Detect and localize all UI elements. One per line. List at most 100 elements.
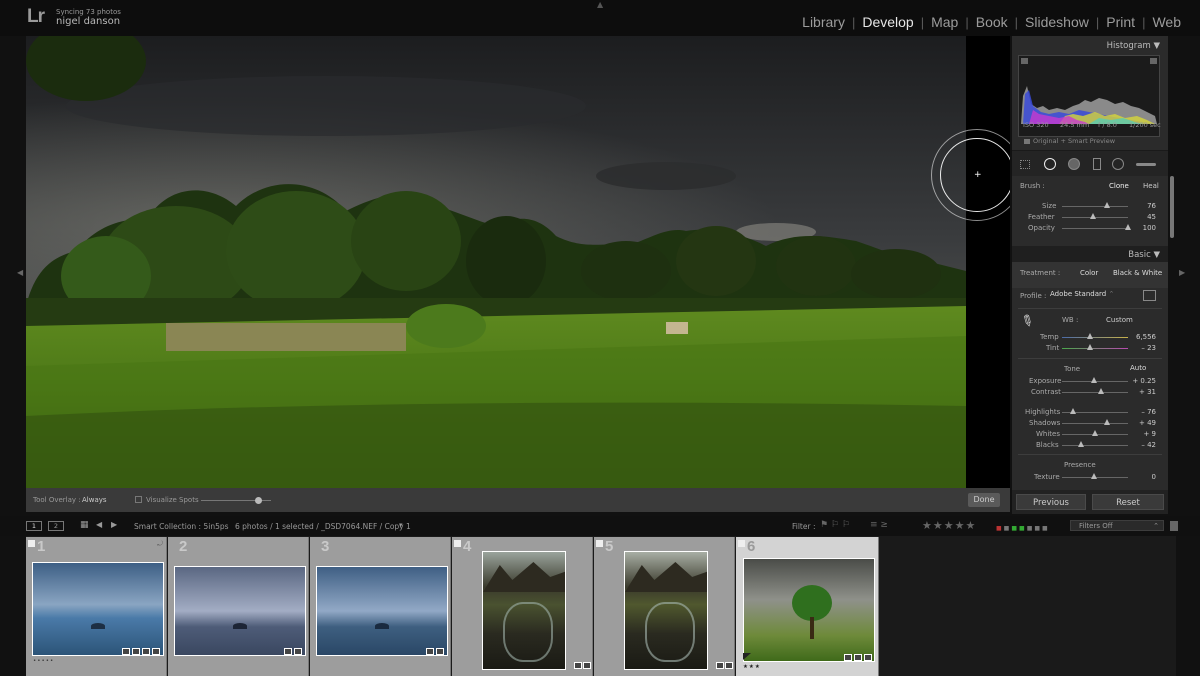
shadows-value[interactable]: + 49: [1139, 419, 1156, 427]
size-slider-knob[interactable]: [1104, 202, 1110, 208]
profile-browser-icon[interactable]: [1143, 290, 1156, 301]
visualize-spots-checkbox[interactable]: [135, 496, 142, 503]
spot-removal-tool-icon[interactable]: [1044, 158, 1056, 170]
graduated-filter-icon[interactable]: [1093, 158, 1101, 170]
texture-value[interactable]: 0: [1152, 473, 1156, 481]
filmstrip-cell[interactable]: 3: [310, 537, 451, 676]
previous-button[interactable]: Previous: [1016, 494, 1086, 510]
exposure-value[interactable]: + 0.25: [1132, 377, 1156, 385]
heal-mode[interactable]: Heal: [1143, 182, 1159, 190]
module-map[interactable]: Map: [924, 14, 965, 30]
tool-overlay-select[interactable]: Always: [82, 496, 107, 504]
smart-preview-status[interactable]: Original + Smart Preview: [1024, 137, 1115, 145]
tint-slider-knob[interactable]: [1087, 344, 1093, 350]
color-label-filter[interactable]: ■■■■■■■: [996, 525, 1050, 532]
shadow-clipping-icon[interactable]: [1021, 58, 1028, 64]
rating-filter-stars[interactable]: ★★★★★: [922, 519, 976, 532]
photo-canvas[interactable]: +: [26, 36, 1010, 488]
treatment-color[interactable]: Color: [1080, 269, 1098, 277]
size-value[interactable]: 76: [1147, 202, 1156, 210]
module-print[interactable]: Print: [1099, 14, 1142, 30]
whites-value[interactable]: + 9: [1143, 430, 1156, 438]
opacity-value[interactable]: 100: [1143, 224, 1156, 232]
thumbnail-lone-tree[interactable]: [743, 558, 875, 662]
tint-value[interactable]: – 23: [1141, 344, 1156, 352]
thumbnail-mountain-stream[interactable]: [482, 551, 566, 670]
size-slider[interactable]: [1062, 206, 1128, 207]
left-panel-toggle-icon[interactable]: ◀: [17, 268, 23, 277]
module-slideshow[interactable]: Slideshow: [1018, 14, 1096, 30]
adjustment-brush-icon[interactable]: [1136, 163, 1156, 166]
cell-rating[interactable]: ★★★: [743, 664, 761, 670]
blacks-value[interactable]: – 42: [1141, 441, 1156, 449]
module-web[interactable]: Web: [1145, 14, 1181, 30]
flag-icon[interactable]: [738, 540, 745, 547]
contrast-slider-knob[interactable]: [1098, 388, 1104, 394]
shadows-slider[interactable]: [1062, 423, 1128, 424]
visualize-spots-slider-knob[interactable]: [255, 497, 262, 504]
thumbnail-seascape[interactable]: [174, 566, 306, 656]
filmstrip-cell-selected[interactable]: 6 ★★★: [736, 537, 879, 676]
blacks-slider-knob[interactable]: [1078, 441, 1084, 447]
cell-rating[interactable]: •••••: [33, 658, 54, 664]
feather-value[interactable]: 45: [1147, 213, 1156, 221]
top-panel-toggle-icon[interactable]: ▲: [597, 0, 603, 9]
contrast-value[interactable]: + 31: [1139, 388, 1156, 396]
tint-slider[interactable]: [1062, 348, 1128, 349]
filmstrip-cell[interactable]: 5: [594, 537, 735, 676]
main-window-button[interactable]: 1: [26, 521, 42, 531]
clone-mode[interactable]: Clone: [1109, 182, 1129, 190]
temp-slider[interactable]: [1062, 337, 1128, 338]
forward-arrow-icon[interactable]: ▶: [111, 520, 117, 529]
white-balance-eyedropper-icon[interactable]: ✎: [1017, 310, 1037, 332]
auto-tone-button[interactable]: Auto: [1130, 364, 1146, 372]
back-arrow-icon[interactable]: ◀: [96, 520, 102, 529]
highlight-clipping-icon[interactable]: [1150, 58, 1157, 64]
treatment-black-white[interactable]: Black & White: [1113, 269, 1162, 277]
filmstrip-cell[interactable]: 2: [168, 537, 309, 676]
collection-source[interactable]: Smart Collection : 5in5ps: [134, 522, 229, 531]
secondary-window-button[interactable]: 2: [48, 521, 64, 531]
module-book[interactable]: Book: [969, 14, 1015, 30]
temp-value[interactable]: 6,556: [1136, 333, 1156, 341]
temp-slider-knob[interactable]: [1087, 333, 1093, 339]
done-button[interactable]: Done: [968, 493, 1000, 507]
filmstrip-cell[interactable]: 4: [452, 537, 593, 676]
opacity-slider[interactable]: [1062, 228, 1128, 229]
red-eye-tool-icon[interactable]: [1068, 158, 1080, 170]
filter-lock-icon[interactable]: [1170, 521, 1178, 531]
flag-icon[interactable]: [454, 540, 461, 547]
reset-button[interactable]: Reset: [1092, 494, 1164, 510]
right-panel-toggle-icon[interactable]: ▶: [1179, 268, 1185, 277]
flag-filter-icon[interactable]: ⚑ ⚐ ⚐: [820, 520, 850, 530]
filter-presets-select[interactable]: Filters Off ⌃: [1070, 520, 1164, 531]
sync-status[interactable]: Syncing 73 photos: [56, 8, 121, 16]
wb-select[interactable]: Custom: [1106, 316, 1133, 324]
highlights-value[interactable]: – 76: [1141, 408, 1156, 416]
filter-compare-icon[interactable]: ≡ ≥: [870, 520, 888, 530]
profile-select[interactable]: Adobe Standard ⌃: [1050, 290, 1116, 302]
thumbnail-seascape[interactable]: [316, 566, 448, 656]
module-library[interactable]: Library: [795, 14, 852, 30]
highlights-slider-knob[interactable]: [1070, 408, 1076, 414]
radial-filter-icon[interactable]: [1112, 158, 1124, 170]
thumbnail-seascape[interactable]: [32, 562, 164, 656]
opacity-slider-knob[interactable]: [1125, 224, 1131, 230]
selection-dropdown-icon[interactable]: ▾: [399, 521, 403, 529]
contrast-slider[interactable]: [1062, 392, 1128, 393]
blacks-slider[interactable]: [1062, 445, 1128, 446]
grid-view-icon[interactable]: ▦: [80, 520, 89, 530]
flag-icon[interactable]: [28, 540, 35, 547]
crop-tool-icon[interactable]: [1020, 160, 1030, 169]
exposure-slider-knob[interactable]: [1091, 377, 1097, 383]
thumbnail-mountain-stream[interactable]: [624, 551, 708, 670]
selection-info[interactable]: 6 photos / 1 selected / _DSD7064.NEF / C…: [235, 522, 411, 531]
filmstrip-cell[interactable]: 1 ⤾ •••••: [26, 537, 167, 676]
module-develop[interactable]: Develop: [855, 14, 920, 30]
flag-icon[interactable]: [596, 540, 603, 547]
shadows-slider-knob[interactable]: [1104, 419, 1110, 425]
feather-slider-knob[interactable]: [1090, 213, 1096, 219]
histogram-header[interactable]: Histogram ▼: [1107, 41, 1160, 51]
whites-slider-knob[interactable]: [1092, 430, 1098, 436]
texture-slider-knob[interactable]: [1091, 473, 1097, 479]
